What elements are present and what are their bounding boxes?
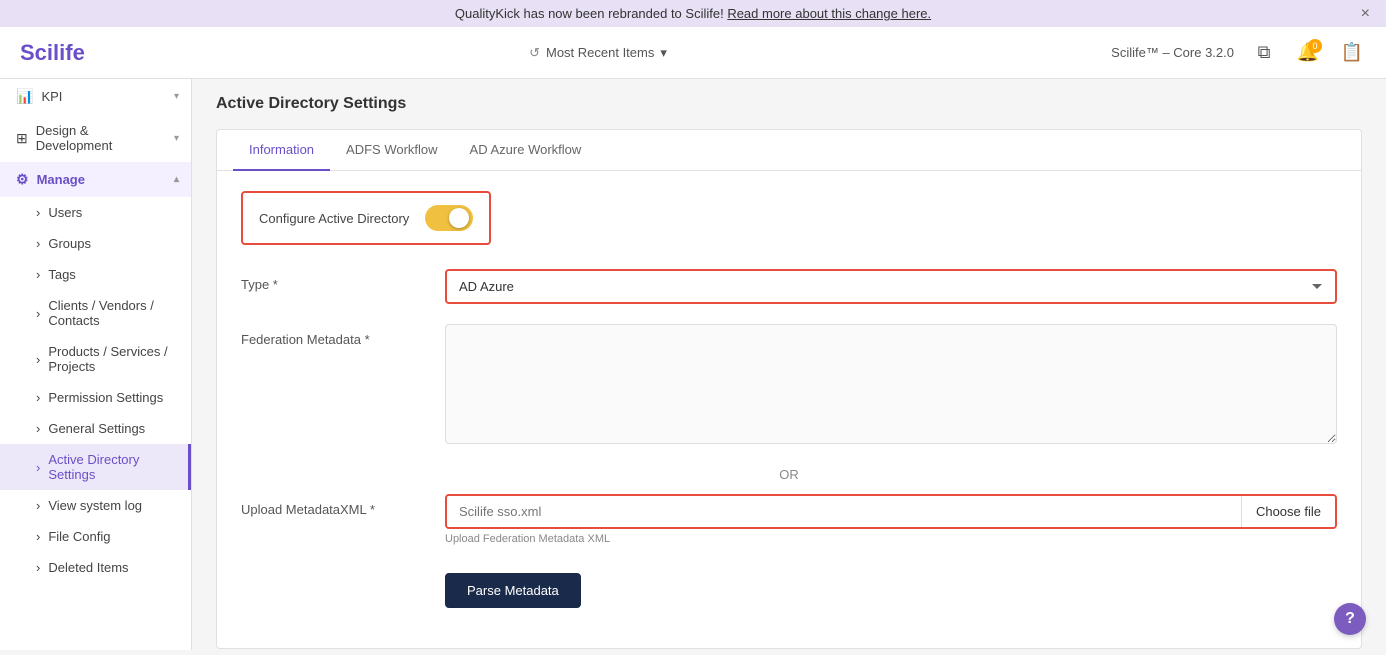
sidebar-users-label: Users	[48, 205, 82, 220]
main-content: Active Directory Settings Information AD…	[192, 79, 1386, 650]
history-icon: ↺	[529, 45, 540, 61]
sidebar-active-directory-label: Active Directory Settings	[48, 452, 176, 482]
sidebar-item-file-config[interactable]: File Config	[0, 521, 191, 552]
active-directory-chevron	[36, 460, 40, 475]
layout: 📊 KPI ⊞ Design & Development ⚙ Manage Us…	[0, 79, 1386, 650]
toggle-thumb	[449, 208, 469, 228]
sidebar-item-general-settings[interactable]: General Settings	[0, 413, 191, 444]
federation-metadata-row: Federation Metadata *	[241, 324, 1337, 447]
sidebar-permissions-label: Permission Settings	[48, 390, 163, 405]
upload-hint: Upload Federation Metadata XML	[445, 533, 1337, 545]
sidebar-item-deleted-items[interactable]: Deleted Items	[0, 552, 191, 583]
sidebar-file-config-label: File Config	[48, 529, 110, 544]
file-config-chevron	[36, 529, 40, 544]
sidebar-design-dev-label: Design & Development	[36, 123, 166, 153]
bookmark-icon[interactable]: 📋	[1338, 39, 1366, 67]
sidebar-item-system-log[interactable]: View system log	[0, 490, 191, 521]
sidebar-item-design-dev[interactable]: ⊞ Design & Development	[0, 114, 191, 162]
federation-metadata-textarea[interactable]	[445, 324, 1337, 444]
type-label: Type *	[241, 269, 421, 292]
users-chevron	[36, 205, 40, 220]
sidebar-manage-label: Manage	[37, 172, 85, 187]
toggle-track	[425, 205, 473, 231]
top-banner: QualityKick has now been rebranded to Sc…	[0, 0, 1386, 27]
logo: Scilife	[20, 40, 85, 66]
sidebar-tags-label: Tags	[48, 267, 75, 282]
clients-chevron	[36, 306, 40, 321]
sidebar-item-users[interactable]: Users	[0, 197, 191, 228]
type-row: Type * AD Azure ADFS	[241, 269, 1337, 304]
recent-items-button[interactable]: ↺ Most Recent Items	[529, 45, 667, 61]
banner-link[interactable]: Read more about this change here.	[727, 6, 931, 21]
federation-metadata-label: Federation Metadata *	[241, 324, 421, 347]
design-dev-chevron	[174, 133, 179, 144]
sidebar-clients-label: Clients / Vendors / Contacts	[48, 298, 179, 328]
sidebar-system-log-label: View system log	[48, 498, 142, 513]
header-right: Scilife™ – Core 3.2.0 ⧉ 🔔 0 📋	[1111, 39, 1366, 67]
sidebar-item-kpi[interactable]: 📊 KPI	[0, 79, 191, 114]
sidebar-products-label: Products / Services / Projects	[48, 344, 179, 374]
kpi-chevron	[174, 91, 179, 102]
tab-ad-azure-workflow[interactable]: AD Azure Workflow	[454, 130, 598, 171]
sidebar-item-active-directory[interactable]: Active Directory Settings	[0, 444, 191, 490]
content-card: Information ADFS Workflow AD Azure Workf…	[216, 129, 1362, 649]
tabs: Information ADFS Workflow AD Azure Workf…	[217, 130, 1361, 171]
deleted-items-chevron	[36, 560, 40, 575]
form-content: Configure Active Directory Type * AD Azu…	[217, 171, 1361, 648]
sidebar-groups-label: Groups	[48, 236, 91, 251]
sidebar-kpi-label: KPI	[41, 89, 62, 104]
manage-icon: ⚙	[16, 171, 29, 188]
tab-adfs-workflow[interactable]: ADFS Workflow	[330, 130, 454, 171]
general-settings-chevron	[36, 421, 40, 436]
sidebar-item-products[interactable]: Products / Services / Projects	[0, 336, 191, 382]
permissions-chevron	[36, 390, 40, 405]
sidebar-item-groups[interactable]: Groups	[0, 228, 191, 259]
parse-metadata-button[interactable]: Parse Metadata	[445, 573, 581, 608]
header: Scilife ↺ Most Recent Items Scilife™ – C…	[0, 27, 1386, 79]
parse-label-spacer	[241, 565, 421, 573]
sidebar-item-clients[interactable]: Clients / Vendors / Contacts	[0, 290, 191, 336]
tab-information[interactable]: Information	[233, 130, 330, 171]
notifications-icon[interactable]: 🔔 0	[1294, 39, 1322, 67]
page-title: Active Directory Settings	[216, 95, 1362, 113]
sidebar-item-manage[interactable]: ⚙ Manage	[0, 162, 191, 197]
federation-metadata-control-wrap	[445, 324, 1337, 447]
tags-chevron	[36, 267, 40, 282]
configure-toggle[interactable]	[425, 205, 473, 231]
configure-section: Configure Active Directory	[241, 191, 491, 245]
upload-metadata-row: Upload MetadataXML * Choose file Upload …	[241, 494, 1337, 545]
parse-button-row: Parse Metadata	[241, 565, 1337, 608]
parse-control-wrap: Parse Metadata	[445, 565, 1337, 608]
upload-metadata-control-wrap: Choose file Upload Federation Metadata X…	[445, 494, 1337, 545]
sidebar-item-tags[interactable]: Tags	[0, 259, 191, 290]
products-chevron	[36, 352, 40, 367]
version-label: Scilife™ – Core 3.2.0	[1111, 45, 1234, 60]
type-control-wrap: AD Azure ADFS	[445, 269, 1337, 304]
recent-items-label: Most Recent Items	[546, 45, 654, 60]
file-input-row: Choose file	[445, 494, 1337, 529]
upload-metadata-label: Upload MetadataXML *	[241, 494, 421, 517]
sidebar-deleted-items-label: Deleted Items	[48, 560, 128, 575]
groups-chevron	[36, 236, 40, 251]
sidebar-general-settings-label: General Settings	[48, 421, 145, 436]
design-dev-icon: ⊞	[16, 130, 28, 147]
configure-label: Configure Active Directory	[259, 211, 409, 226]
or-divider: OR	[241, 467, 1337, 482]
notification-badge: 0	[1308, 39, 1322, 53]
screens-icon[interactable]: ⧉	[1250, 39, 1278, 67]
choose-file-button[interactable]: Choose file	[1241, 496, 1335, 527]
sidebar-item-permissions[interactable]: Permission Settings	[0, 382, 191, 413]
banner-close[interactable]: ×	[1361, 5, 1370, 23]
help-button[interactable]: ?	[1334, 603, 1366, 635]
chevron-down-icon	[660, 45, 667, 61]
manage-chevron	[174, 174, 179, 185]
kpi-icon: 📊	[16, 88, 33, 105]
system-log-chevron	[36, 498, 40, 513]
banner-text: QualityKick has now been rebranded to Sc…	[455, 6, 727, 21]
type-select[interactable]: AD Azure ADFS	[445, 269, 1337, 304]
sidebar: 📊 KPI ⊞ Design & Development ⚙ Manage Us…	[0, 79, 192, 650]
file-input[interactable]	[447, 496, 1241, 527]
